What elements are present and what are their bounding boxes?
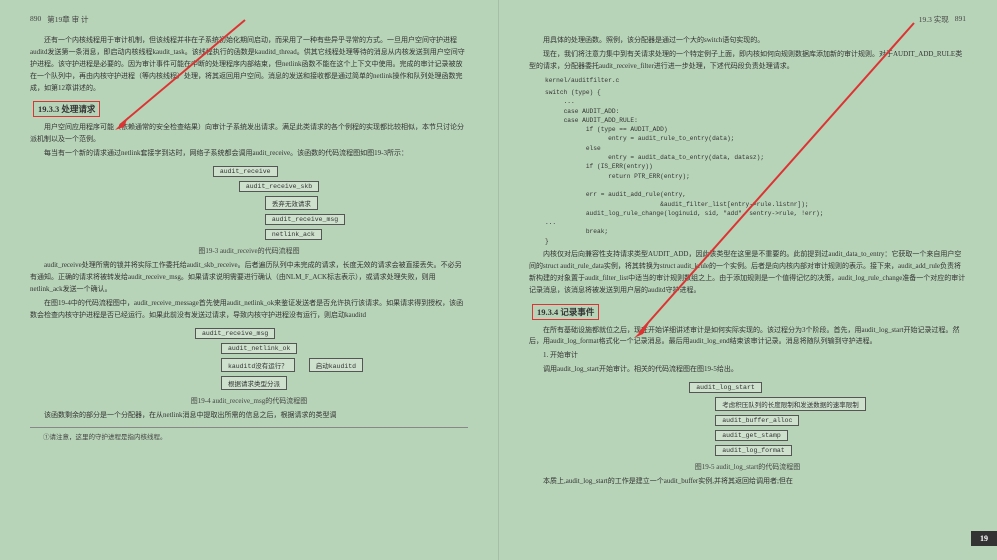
chapter-title: 第19章 审 计 <box>47 14 88 25</box>
page-number: 890 <box>30 14 41 25</box>
para-1933e: 该函数剩余的部分是一个分配器，在从netlink消息中提取出所需的信息之后，根据… <box>30 410 468 422</box>
node-get-stamp: audit_get_stamp <box>715 430 788 441</box>
intro-paragraph: 还有一个内核线程用于审计机制，但该线程并非在子系统初始化期间启动，而采用了一种有… <box>30 35 468 94</box>
page-890: 890 第19章 审 计 还有一个内核线程用于审计机制，但该线程并非在子系统初始… <box>0 0 498 560</box>
chapter-tab: 19 <box>971 531 997 546</box>
section-title-text: 处理请求 <box>61 104 95 114</box>
node-discard: 丢弃无效请求 <box>265 196 318 210</box>
right-p3: 内核仅对后向兼容性支持请求类型AUDIT_ADD，因此该类型在这里是不重要的。此… <box>529 249 966 297</box>
para-1934b: 调用audit_log_start开始审计。相关的代码流程图在图19-5给出。 <box>529 364 966 376</box>
node-audit-receive-msg2: audit_receive_msg <box>195 328 275 339</box>
right-intro: 用具体的处理函数。照例，该分配器是通过一个大的switch语句实现的。 <box>529 35 966 47</box>
section-1933-heading: 19.3.3 处理请求 <box>30 100 468 118</box>
para-1934a: 在所有基础设施都就位之后，现在开始详细讲述审计是如何实际实现的。该过程分为3个阶… <box>529 325 966 349</box>
header-right: 19.3 实现 891 <box>529 14 966 25</box>
para-1933c: audit_receive处理所需的锁并将实际工作委托给audit_skb_re… <box>30 260 468 296</box>
para-1933a: 用户空间应用程序可能（依赖通常的安全检查结果）向审计子系统发出请求。满足此类请求… <box>30 122 468 146</box>
list-1: 1. 开始审计 <box>529 350 966 362</box>
section-num: 19.3.3 <box>38 104 59 114</box>
section-title-header: 19.3 实现 <box>919 14 949 25</box>
para-1933d: 在图19-4中的代码流程图中，audit_receive_message首先使用… <box>30 298 468 322</box>
node-log-format: audit_log_format <box>715 445 791 456</box>
page-number-right: 891 <box>955 14 966 25</box>
node-audit-receive-skb: audit_receive_skb <box>239 181 319 192</box>
node-buffer-alloc: audit_buffer_alloc <box>715 415 799 426</box>
page-891: 19.3 实现 891 用具体的处理函数。照例，该分配器是通过一个大的switc… <box>498 0 996 560</box>
node-kauditd-check: kauditd没有运行？ <box>221 358 295 372</box>
code-switch: switch (type) { ... case AUDIT_ADD: case… <box>545 88 966 246</box>
node-log-start: audit_log_start <box>689 382 762 393</box>
header-left: 890 第19章 审 计 <box>30 14 468 25</box>
caption-19-4: 图19-4 audit_receive_msg的代码流程图 <box>30 396 468 406</box>
para-1933b: 每当有一个新的请求通过netlink套接字到达时，网络子系统都会调用audit_… <box>30 148 468 160</box>
diagram-19-4: audit_receive_msg audit_netlink_ok kaudi… <box>30 328 468 390</box>
caption-19-3: 图19-3 audit_receive的代码流程图 <box>30 246 468 256</box>
node-audit-receive: audit_receive <box>213 166 278 177</box>
footnote-1: ①请注意，这里的守护进程是指内核线程。 <box>30 427 468 441</box>
section-title-1934: 记录事件 <box>560 307 594 317</box>
node-start-kauditd: 启动kauditd <box>309 358 363 372</box>
caption-19-5: 图19-5 audit_log_start的代码流程图 <box>529 462 966 472</box>
node-netlink-ack: netlink_ack <box>265 229 322 240</box>
right-p2: 现在，我们将注意力集中到有关请求处理的一个特定例子上面，即内核如何向规则数据库添… <box>529 49 966 73</box>
node-netlink-ok: audit_netlink_ok <box>221 343 297 354</box>
para-1934c: 本质上,audit_log_start的工作是建立一个audit_buffer实… <box>529 476 966 488</box>
node-rate-limit: 考虑积压队列的长度限制和发送数据的速率限制 <box>715 397 866 411</box>
node-audit-receive-msg: audit_receive_msg <box>265 214 345 225</box>
section-num-1934: 19.3.4 <box>537 307 558 317</box>
diagram-19-3: audit_receive audit_receive_skb 丢弃无效请求 a… <box>30 166 468 240</box>
code-path: kernel/auditfilter.c <box>545 76 966 85</box>
diagram-19-5: audit_log_start 考虑积压队列的长度限制和发送数据的速率限制 au… <box>529 382 966 456</box>
section-1934-heading: 19.3.4 记录事件 <box>529 303 966 321</box>
node-dispatch: 根据请求类型分派 <box>221 376 287 390</box>
